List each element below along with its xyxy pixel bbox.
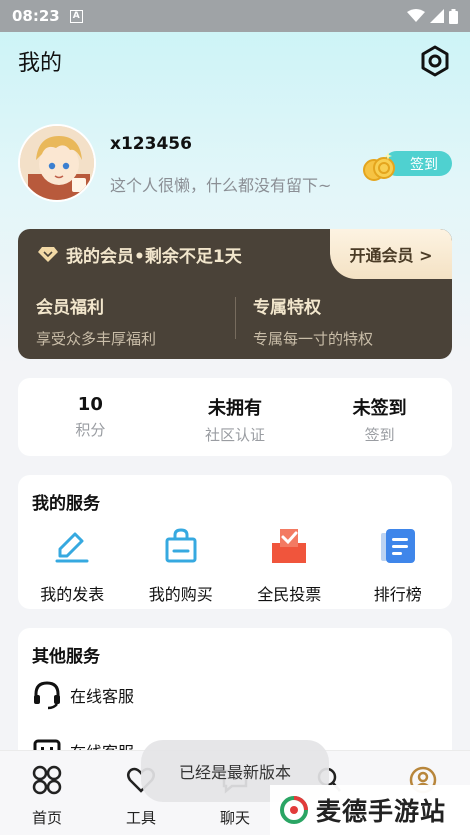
signal-icon [430, 9, 444, 23]
vip-benefit-welfare[interactable]: 会员福利 享受众多丰厚福利 [36, 293, 156, 349]
stat-points[interactable]: 10 积分 [18, 378, 163, 456]
tab-home[interactable]: 首页 [0, 751, 94, 835]
watermark: 麦德手游站 [270, 785, 470, 835]
my-services-row: 我的发表 我的购买 全民投票 排行榜 [18, 527, 452, 605]
pencil-icon [55, 532, 89, 563]
home-grid-icon [32, 765, 62, 795]
stat-value: 未拥有 [208, 398, 262, 419]
vip-benefit-privilege[interactable]: 专属特权 专属每一寸的特权 [253, 293, 373, 349]
vote-box-icon [272, 529, 307, 563]
status-icons [407, 8, 458, 24]
service-label: 在线客服 [70, 687, 135, 706]
diamond-icon [38, 247, 58, 262]
vip-status-text: 我的会员•剩余不足1天 [66, 246, 242, 267]
user-bio: 这个人很懒，什么都没有留下~ [110, 176, 332, 195]
vip-benefit-title: 专属特权 [253, 298, 321, 318]
service-vote[interactable]: 全民投票 [235, 527, 344, 605]
open-vip-button[interactable]: 开通会员 > [330, 229, 452, 279]
tab-label: 首页 [31, 809, 62, 827]
service-label: 排行榜 [373, 585, 422, 604]
vip-status: 我的会员•剩余不足1天 [18, 229, 330, 279]
stat-checkin[interactable]: 未签到 签到 [307, 378, 452, 456]
service-ranking[interactable]: 排行榜 [344, 527, 453, 605]
shopping-bag-icon [165, 528, 197, 563]
vip-benefit-subtitle: 享受众多丰厚福利 [36, 330, 157, 348]
wifi-icon [407, 9, 425, 22]
service-label: 我的购买 [148, 585, 213, 604]
stats-card: 10 积分 未拥有 社区认证 未签到 签到 [18, 378, 452, 456]
stat-certification[interactable]: 未拥有 社区认证 [163, 378, 308, 456]
status-bar: 08:23 A [0, 0, 470, 32]
other-services-title: 其他服务 [32, 647, 100, 667]
stat-value: 10 [77, 394, 103, 415]
status-time: 08:23 [12, 7, 60, 25]
tab-label: 聊天 [219, 809, 250, 827]
stat-label: 社区认证 [205, 426, 266, 444]
battery-icon [449, 8, 458, 24]
stat-label: 签到 [364, 426, 395, 444]
ranking-doc-icon [380, 529, 415, 563]
page-title: 我的 [18, 51, 63, 76]
coin-icon [363, 152, 395, 181]
watermark-text: 麦德手游站 [316, 797, 447, 826]
tab-label: 工具 [125, 809, 156, 827]
gear-icon[interactable] [418, 44, 452, 78]
service-my-purchases[interactable]: 我的购买 [127, 527, 236, 605]
service-label: 我的发表 [40, 585, 105, 604]
avatar[interactable] [18, 124, 96, 202]
vip-benefit-subtitle: 专属每一寸的特权 [253, 330, 374, 348]
service-online-support[interactable]: 在线客服 [32, 680, 134, 710]
service-my-posts[interactable]: 我的发表 [18, 527, 127, 605]
page-header: 我的 [0, 32, 470, 90]
watermark-logo [280, 796, 308, 824]
stat-label: 积分 [75, 421, 106, 439]
headset-icon [34, 681, 60, 710]
vip-benefit-title: 会员福利 [36, 298, 104, 318]
username: x123456 [110, 134, 192, 154]
vip-status-row: 我的会员•剩余不足1天 开通会员 > [18, 229, 452, 279]
my-services-card: 我的服务 我的发表 我的购买 全民投票 排行榜 [18, 475, 452, 609]
vip-divider [235, 297, 236, 339]
checkin-button[interactable]: 签到 [362, 150, 454, 182]
stat-value: 未签到 [352, 398, 407, 419]
service-label: 全民投票 [257, 585, 322, 604]
vip-card: 我的会员•剩余不足1天 开通会员 > 会员福利 享受众多丰厚福利 专属特权 专属… [18, 229, 452, 359]
app-notification-icon: A [69, 9, 83, 23]
my-services-title: 我的服务 [32, 494, 100, 514]
